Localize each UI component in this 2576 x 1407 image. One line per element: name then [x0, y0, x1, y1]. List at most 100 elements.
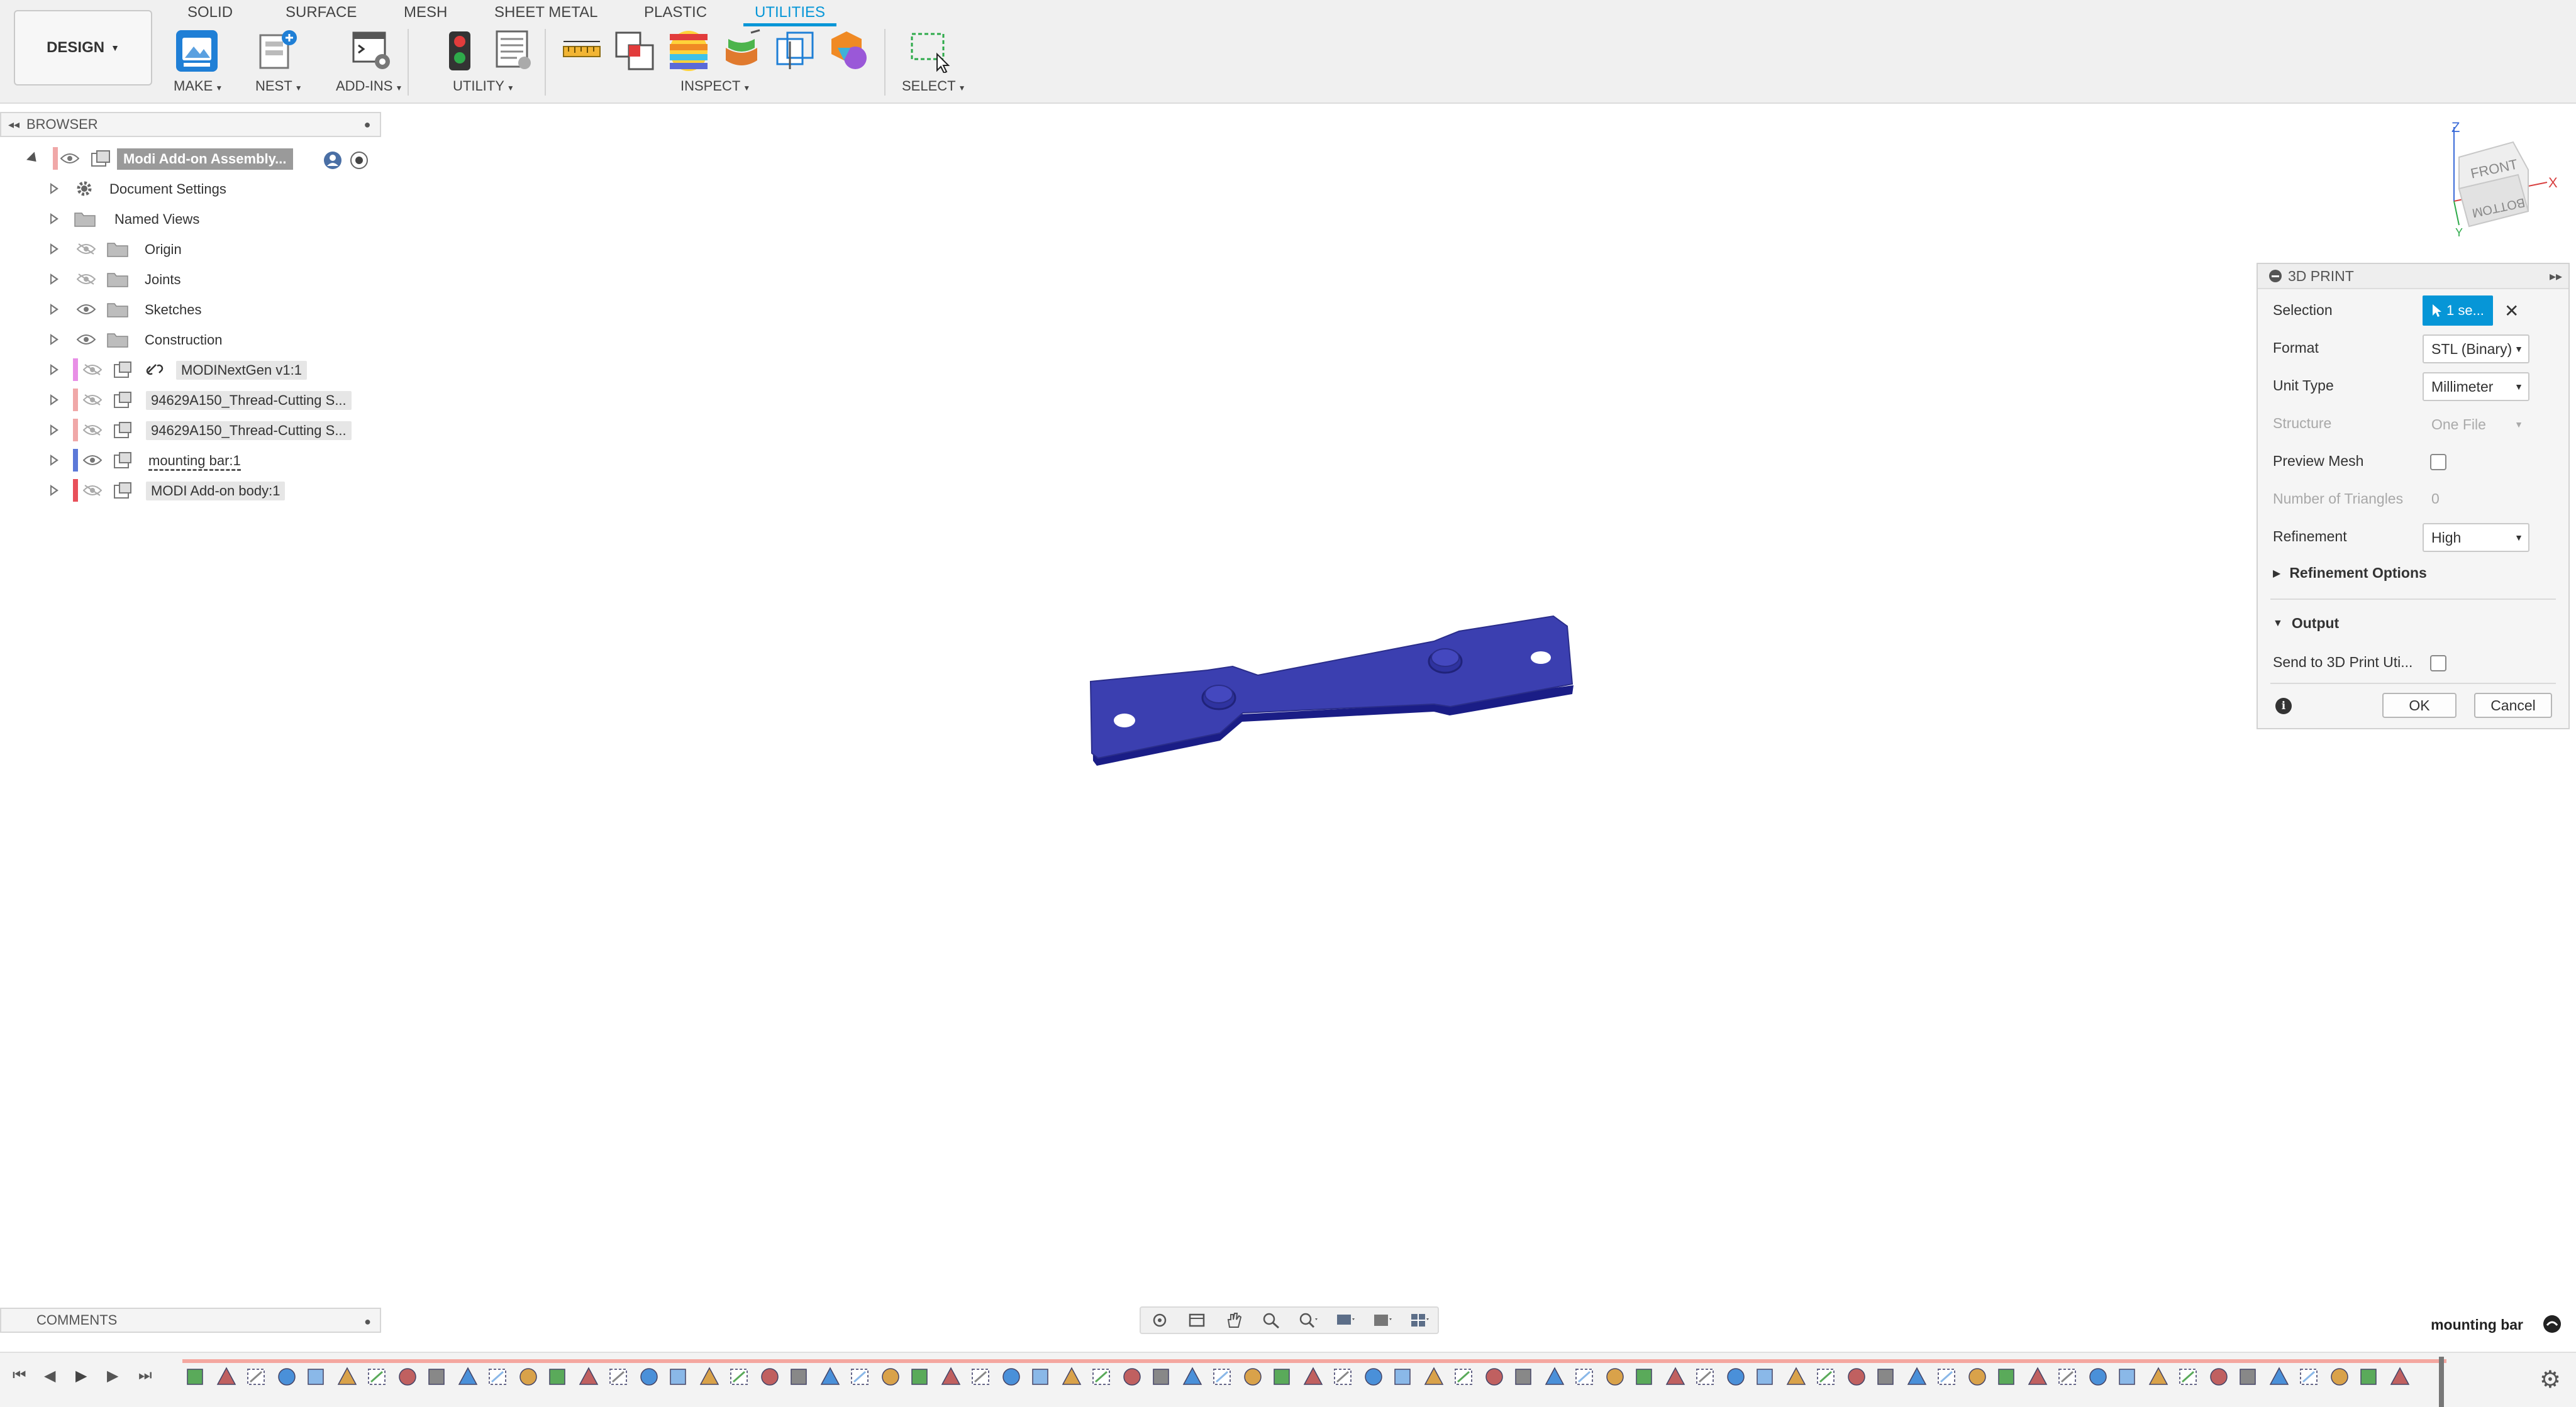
collapse-dialog-icon[interactable]: [2269, 270, 2282, 282]
expand-triangle-icon[interactable]: [50, 183, 58, 194]
tree-item-named-views[interactable]: Named Views: [0, 205, 381, 233]
expand-triangle-icon[interactable]: [50, 243, 58, 255]
timeline-feature-icon[interactable]: [1119, 1364, 1145, 1389]
send-to-print-utility-checkbox[interactable]: [2430, 655, 2446, 671]
draft-analysis-icon[interactable]: [719, 29, 763, 73]
info-icon[interactable]: i: [2275, 698, 2292, 714]
cancel-button[interactable]: Cancel: [2474, 693, 2552, 718]
eye-icon[interactable]: [77, 303, 96, 316]
timeline-feature-icon[interactable]: [1663, 1364, 1688, 1389]
eye-icon[interactable]: [60, 152, 79, 165]
scripts-addins-icon[interactable]: [350, 29, 394, 73]
timeline-feature-icon[interactable]: [486, 1364, 511, 1389]
timeline-feature-icon[interactable]: [757, 1364, 782, 1389]
timeline-feature-icon[interactable]: [1995, 1364, 2020, 1389]
timeline-feature-icon[interactable]: [184, 1364, 209, 1389]
timeline-feature-icon[interactable]: [335, 1364, 360, 1389]
timeline-feature-icon[interactable]: [1542, 1364, 1567, 1389]
refinement-select[interactable]: High ▼: [2423, 523, 2529, 552]
zebra-analysis-icon[interactable]: [667, 29, 711, 73]
look-at-icon[interactable]: [1187, 1312, 1206, 1328]
tree-item-thread-cutting-screw-1[interactable]: 94629A150_Thread-Cutting S...: [0, 386, 381, 414]
timeline-track[interactable]: [182, 1359, 2446, 1363]
step-forward-icon[interactable]: ▶: [107, 1367, 118, 1385]
timeline-feature-icon[interactable]: [1935, 1364, 1960, 1389]
expand-triangle-icon[interactable]: [50, 455, 58, 466]
timeline-feature-icon[interactable]: [244, 1364, 269, 1389]
collapse-panel-icon[interactable]: ◂◂: [1, 118, 26, 131]
expand-dialog-icon[interactable]: ▸▸: [2543, 268, 2568, 284]
timeline-feature-icon[interactable]: [2236, 1364, 2262, 1389]
timeline-feature-icon[interactable]: [1482, 1364, 1507, 1389]
timeline-feature-icon[interactable]: [1723, 1364, 1748, 1389]
ok-button[interactable]: OK: [2382, 693, 2457, 718]
eye-icon[interactable]: [77, 333, 96, 346]
viewports-icon[interactable]: [1410, 1312, 1429, 1328]
tree-item-origin[interactable]: Origin: [0, 235, 381, 263]
timeline-feature-icon[interactable]: [2025, 1364, 2050, 1389]
select-menu[interactable]: SELECT ▼: [902, 78, 965, 94]
timeline-feature-icon[interactable]: [1572, 1364, 1597, 1389]
status-icon[interactable]: [2542, 1314, 2562, 1334]
go-to-start-icon[interactable]: ⏮: [13, 1367, 26, 1384]
nest-menu[interactable]: NEST ▼: [255, 78, 303, 94]
timeline-feature-icon[interactable]: [2206, 1364, 2231, 1389]
tab-solid[interactable]: SOLID: [187, 3, 233, 23]
interference-icon[interactable]: [613, 29, 657, 73]
zoom-icon[interactable]: [1262, 1312, 1280, 1329]
3d-print-icon[interactable]: [175, 29, 219, 73]
activate-radio-icon[interactable]: [350, 151, 369, 170]
timeline-feature-icon[interactable]: [1089, 1364, 1114, 1389]
tab-surface[interactable]: SURFACE: [286, 3, 357, 23]
timeline-feature-icon[interactable]: [2327, 1364, 2352, 1389]
eye-hidden-icon[interactable]: [77, 273, 96, 285]
timeline-feature-icon[interactable]: [516, 1364, 541, 1389]
display-settings-icon[interactable]: [1336, 1312, 1355, 1328]
tree-item-modinextgen[interactable]: MODINextGen v1:1: [0, 356, 381, 383]
select-icon[interactable]: [908, 29, 952, 74]
timeline-feature-icon[interactable]: [274, 1364, 299, 1389]
timeline-feature-icon[interactable]: [1633, 1364, 1658, 1389]
comments-panel[interactable]: COMMENTS ●: [0, 1308, 381, 1333]
view-cube[interactable]: Z X Y FRONT BOTTOM: [2440, 119, 2566, 245]
pan-hand-icon[interactable]: [1224, 1312, 1243, 1328]
timeline-feature-icon[interactable]: [214, 1364, 239, 1389]
timeline-feature-icon[interactable]: [787, 1364, 813, 1389]
timeline-feature-icon[interactable]: [1904, 1364, 1929, 1389]
tree-item-modi-addon-body[interactable]: MODI Add-on body:1: [0, 477, 381, 504]
tree-root[interactable]: Modi Add-on Assembly...: [0, 145, 381, 172]
addins-menu[interactable]: ADD-INS ▼: [336, 78, 402, 94]
eye-hidden-icon[interactable]: [83, 484, 102, 497]
timeline-feature-icon[interactable]: [1753, 1364, 1779, 1389]
workspace-dropdown[interactable]: DESIGN ▼: [14, 10, 152, 86]
tree-item-construction[interactable]: Construction: [0, 326, 381, 353]
inspect-menu[interactable]: INSPECT ▼: [680, 78, 750, 94]
timeline-feature-icon[interactable]: [546, 1364, 571, 1389]
timeline-feature-icon[interactable]: [1784, 1364, 1809, 1389]
timeline-feature-icon[interactable]: [2085, 1364, 2111, 1389]
timeline-feature-icon[interactable]: [1150, 1364, 1175, 1389]
timeline-feature-icon[interactable]: [2297, 1364, 2322, 1389]
timeline-feature-icon[interactable]: [938, 1364, 963, 1389]
orbit-icon[interactable]: [1150, 1312, 1169, 1328]
timeline-feature-icon[interactable]: [1693, 1364, 1718, 1389]
tree-item-thread-cutting-screw-2[interactable]: 94629A150_Thread-Cutting S...: [0, 416, 381, 444]
timeline-feature-icon[interactable]: [365, 1364, 390, 1389]
tree-item-mounting-bar[interactable]: mounting bar:1: [0, 446, 381, 474]
timeline-feature-icon[interactable]: [1240, 1364, 1265, 1389]
nest-icon[interactable]: [257, 29, 301, 73]
timeline-feature-icon[interactable]: [999, 1364, 1024, 1389]
go-to-end-icon[interactable]: ⏭: [138, 1367, 152, 1384]
timeline-feature-icon[interactable]: [1270, 1364, 1296, 1389]
tab-mesh[interactable]: MESH: [404, 3, 447, 23]
timeline-feature-icon[interactable]: [1874, 1364, 1899, 1389]
timeline-feature-icon[interactable]: [395, 1364, 420, 1389]
timeline-feature-icon[interactable]: [1814, 1364, 1839, 1389]
timeline-feature-icon[interactable]: [2116, 1364, 2141, 1389]
eye-icon[interactable]: [83, 454, 102, 466]
timeline-feature-icon[interactable]: [2387, 1364, 2412, 1389]
timeline-feature-icon[interactable]: [2357, 1364, 2382, 1389]
pin-icon[interactable]: ●: [355, 118, 380, 131]
eye-hidden-icon[interactable]: [77, 243, 96, 255]
timeline-feature-icon[interactable]: [667, 1364, 692, 1389]
